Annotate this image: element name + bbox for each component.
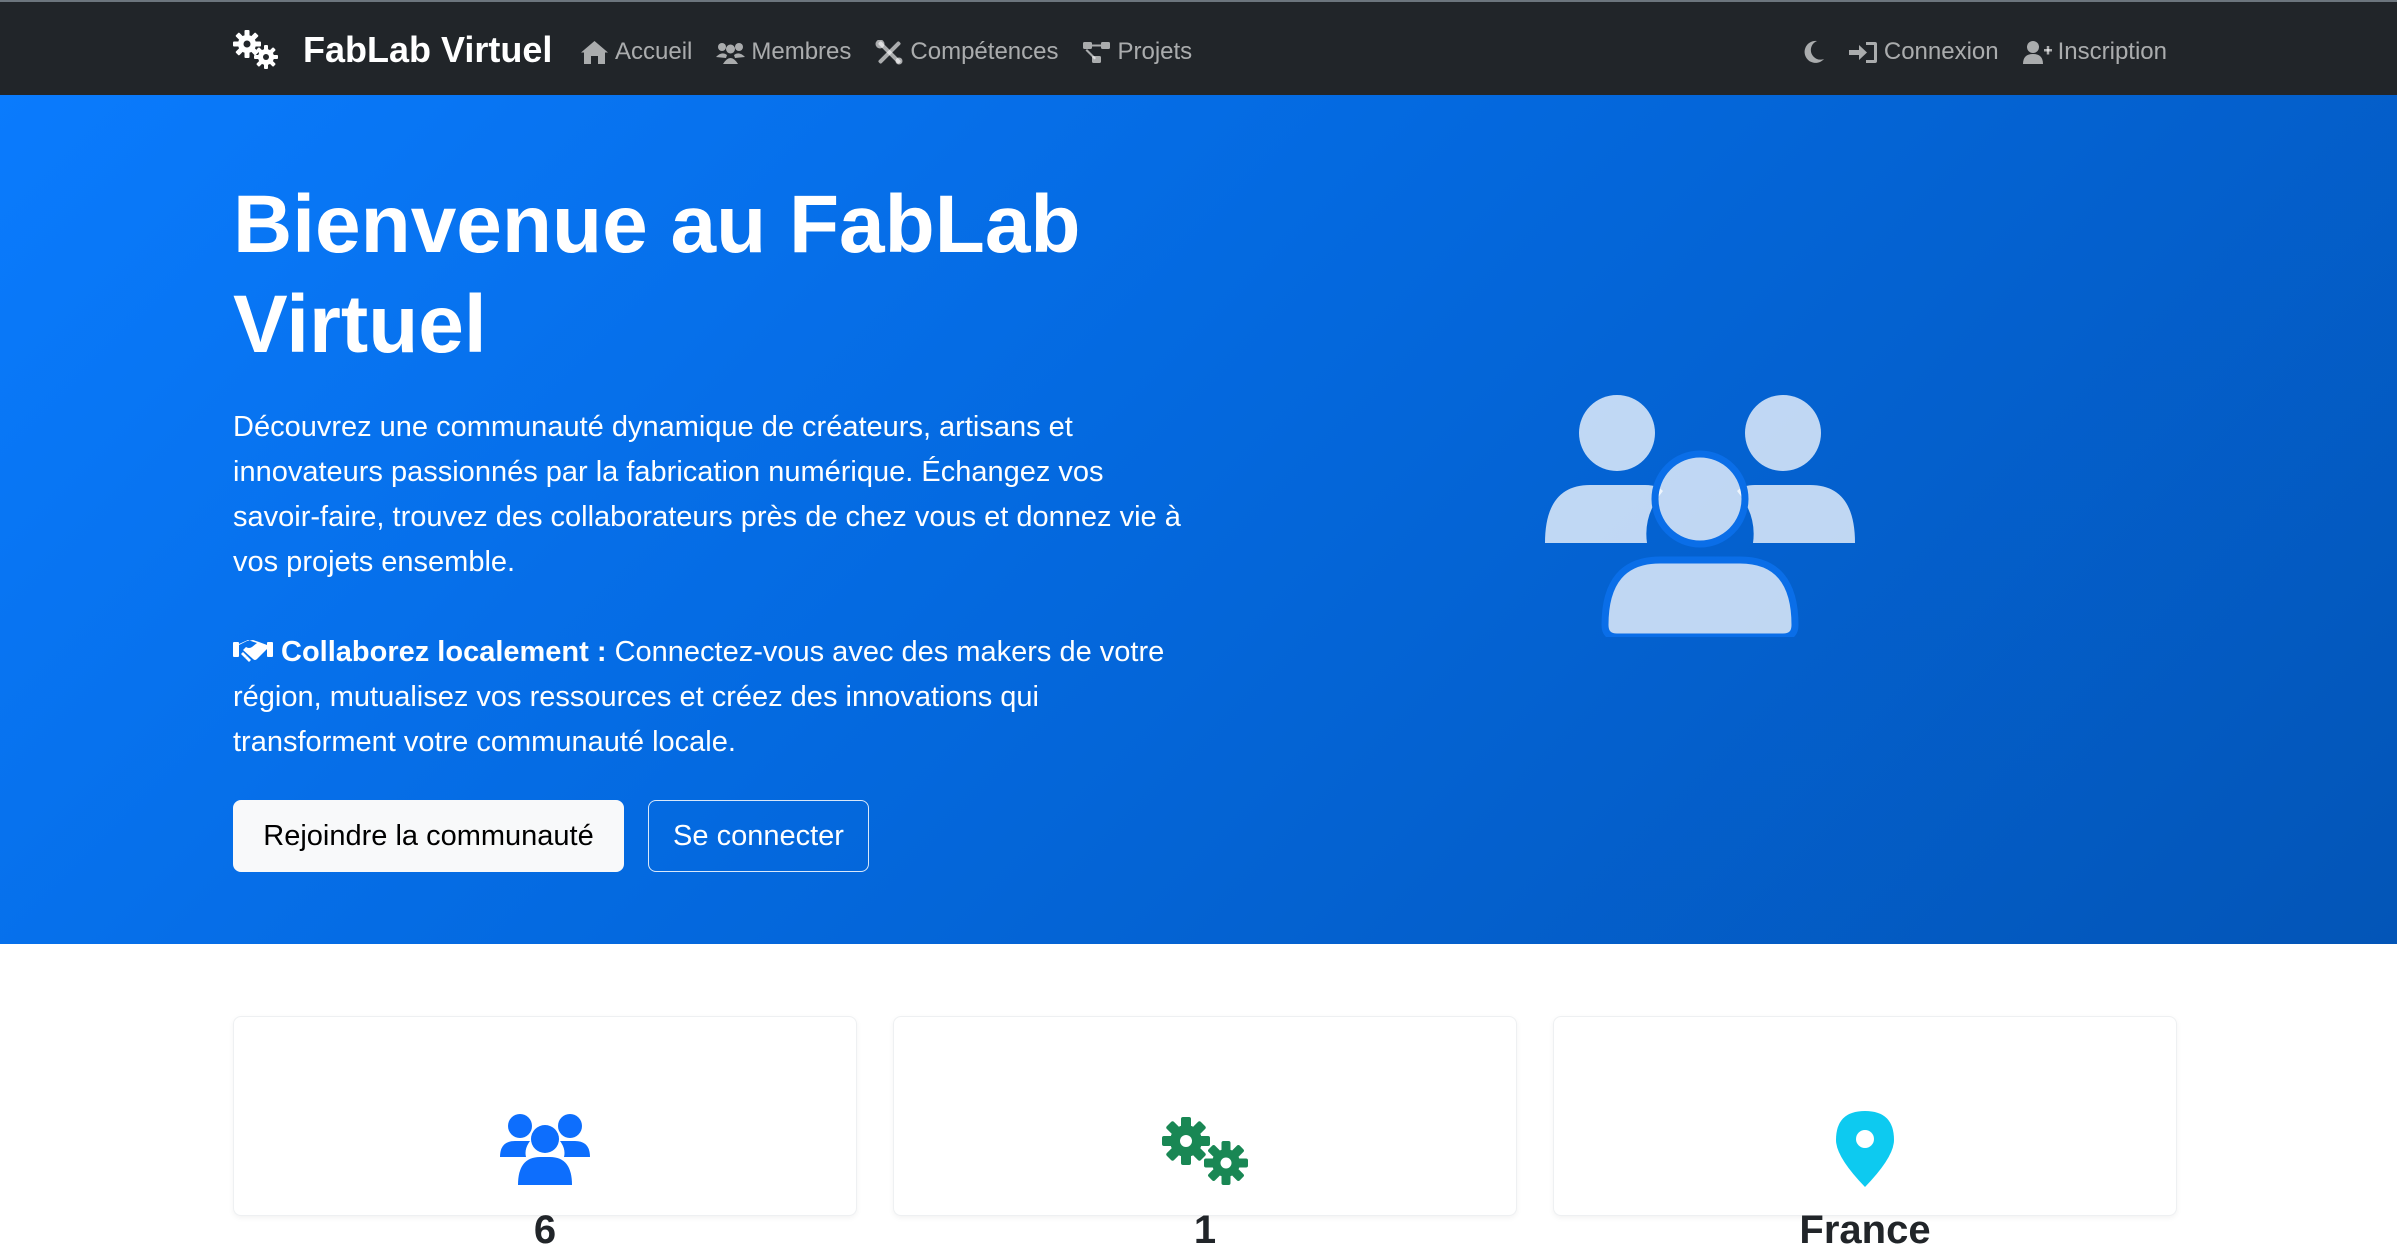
project-diagram-icon xyxy=(1083,41,1111,63)
navbar: FabLab Virtuel Accueil Membres Compétenc… xyxy=(0,0,2397,95)
stat-value: France xyxy=(1799,1208,1931,1252)
users-icon xyxy=(1545,395,1855,637)
hero-lead: Découvrez une communauté dynamique de cr… xyxy=(233,411,1181,578)
stat-card-skills: 1 xyxy=(893,1016,1517,1252)
users-icon xyxy=(500,1114,590,1185)
nav-link-label: Connexion xyxy=(1883,38,1999,65)
collab-label: Collaborez localement : xyxy=(281,636,607,668)
gears-icon xyxy=(1162,1117,1248,1185)
nav-link-label: Membres xyxy=(751,38,852,65)
user-plus-icon xyxy=(2022,40,2052,64)
sign-in-icon xyxy=(1848,41,1877,63)
stat-value: 6 xyxy=(533,1208,557,1252)
nav-link-label: Inscription xyxy=(2057,38,2167,65)
stat-card-members: 6 xyxy=(233,1016,857,1252)
login-button[interactable]: Se connecter xyxy=(648,800,869,872)
users-icon xyxy=(716,42,746,64)
nav-link-inscription[interactable]: Inscription xyxy=(2022,38,2167,66)
brand-link[interactable]: FabLab Virtuel xyxy=(233,28,552,72)
nav-link-label: Compétences xyxy=(910,38,1059,65)
user-nav: Connexion Inscription xyxy=(1803,32,2167,72)
hero-title: Bienvenue au FabLab Virtuel xyxy=(233,179,1081,370)
stat-value: 1 xyxy=(1193,1208,1217,1252)
home-icon xyxy=(581,40,608,64)
brand-label: FabLab Virtuel xyxy=(303,29,553,70)
nav-link-projets[interactable]: Projets xyxy=(1082,38,1192,66)
map-marker-icon xyxy=(1836,1111,1894,1187)
nav-link-competences[interactable]: Compétences xyxy=(875,38,1058,66)
hero-section: Bienvenue au FabLab Virtuel Découvrez un… xyxy=(0,95,2397,944)
nav-link-label: Accueil xyxy=(615,38,693,65)
theme-toggle[interactable] xyxy=(1803,40,1825,64)
stat-card-location: France xyxy=(1553,1016,2177,1252)
moon-icon xyxy=(1804,40,1824,63)
nav-link-label: Projets xyxy=(1117,38,1193,65)
nav-link-accueil[interactable]: Accueil xyxy=(580,38,692,66)
gears-icon xyxy=(233,30,278,69)
hero-collab-text: Collaborez localement : Connectez-vous a… xyxy=(233,630,1193,765)
stats-section: 6 1 France xyxy=(0,944,2397,1252)
nav-link-connexion[interactable]: Connexion xyxy=(1848,38,1999,66)
tools-icon xyxy=(875,39,903,64)
join-community-button[interactable]: Rejoindre la communauté xyxy=(233,800,624,872)
handshake-icon xyxy=(233,640,273,662)
nav-link-membres[interactable]: Membres xyxy=(716,38,851,66)
main-nav: Accueil Membres Compétences Projets xyxy=(580,32,1192,72)
